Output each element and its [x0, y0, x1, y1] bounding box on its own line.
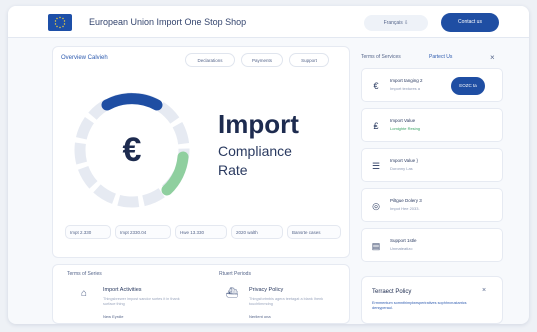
bank-icon: ⌂: [80, 288, 88, 299]
policy-description: Ermmentum somnthimplwrsperiratives sophh…: [372, 301, 467, 310]
card-title: Piltgue Dolery 3: [390, 198, 422, 203]
euro-icon: €: [373, 81, 379, 91]
stat-chip[interactable]: Impt 2330.04: [115, 225, 171, 239]
item-meta: Nerilent ona: [249, 314, 271, 319]
side-tab-terms[interactable]: Terms of Services: [361, 54, 401, 60]
top-bar: European Union Import One Stop Shop Fran…: [8, 6, 529, 38]
card-subtitle: Impot Hee 2033.: [390, 206, 420, 211]
item-description: Thingsfortmbis agera teetagat a blank Ih…: [249, 297, 324, 306]
side-card[interactable]: € Import tanging 2 Import textures a EOZ…: [361, 68, 503, 102]
tab-declarations[interactable]: Declarations: [185, 53, 235, 67]
section-heading: Rtuert Periods: [219, 271, 251, 277]
tab-support[interactable]: Support: [289, 53, 329, 67]
page-subtitle-line1: Compliance: [218, 143, 292, 159]
page-subtitle-line2: Rate: [218, 162, 248, 178]
euro-icon: €: [123, 131, 142, 169]
compliance-ring-gauge: €: [74, 92, 190, 208]
card-subtitle: Unmateatizo: [390, 246, 413, 251]
side-panel: Terms of Services Partect Us × € Import …: [357, 46, 503, 262]
eu-flag-icon: [48, 14, 72, 31]
side-card[interactable]: ▤ Support 1stle Unmateatizo: [361, 228, 503, 262]
side-tab-contact[interactable]: Partect Us: [429, 54, 452, 60]
card-title: Import Value }: [390, 158, 418, 163]
stat-chip[interactable]: 2020 walth: [231, 225, 283, 239]
section-heading: Terms of Series: [67, 271, 102, 277]
app-title: European Union Import One Stop Shop: [89, 17, 247, 27]
stat-chip[interactable]: Hwe 13.330: [175, 225, 227, 239]
page-title: Import: [218, 109, 299, 139]
import-value-icon: ₤: [373, 121, 379, 131]
ship-icon: ⛴: [225, 288, 239, 299]
item-title[interactable]: Import Activities: [103, 287, 142, 293]
stat-chip[interactable]: Impt 2.330: [65, 225, 111, 239]
policy-title: Terraect Policy: [372, 289, 412, 295]
side-card[interactable]: ₤ Import Value Lomighte Resing: [361, 108, 503, 142]
card-subtitle: Doronny Las: [390, 166, 413, 171]
item-meta: New Eyrdle: [103, 314, 124, 319]
item-description: Thingsbrewer impost sandor sortes it in …: [103, 297, 180, 306]
support-icon: ▤: [371, 241, 381, 251]
document-icon: ☰: [371, 161, 381, 171]
app-window: European Union Import One Stop Shop Fran…: [8, 6, 529, 324]
language-selector[interactable]: Français ⇩: [364, 15, 428, 31]
stat-chip[interactable]: Bansrte cases: [287, 225, 341, 239]
side-card[interactable]: ☰ Import Value } Doronny Las: [361, 148, 503, 182]
contact-us-button[interactable]: Contact us: [441, 13, 499, 32]
card-subtitle: Import textures a: [390, 86, 421, 91]
card-subtitle: Lomighte Resing: [390, 126, 421, 131]
side-card[interactable]: ◎ Piltgue Dolery 3 Impot Hee 2033.: [361, 188, 503, 222]
target-icon: ◎: [372, 201, 380, 211]
close-icon[interactable]: ×: [482, 287, 486, 294]
card-action-button[interactable]: EOZC ta: [451, 77, 485, 95]
bottom-panel: Terms of Series Rtuert Periods ⌂ Import …: [52, 264, 350, 324]
card-title: Support 1stle: [390, 238, 417, 243]
tab-overview[interactable]: Overview Calvieh: [61, 55, 108, 61]
item-title[interactable]: Privacy Policy: [249, 287, 283, 293]
card-title: Import Value: [390, 118, 416, 123]
policy-notice: Terraect Policy × Ermmentum somnthimplwr…: [361, 276, 503, 324]
card-title: Import tanging 2: [390, 78, 423, 83]
tab-payments[interactable]: Payments: [241, 53, 283, 67]
compliance-panel: Overview Calvieh Declarations Payments S…: [52, 46, 350, 258]
close-icon[interactable]: ×: [490, 53, 495, 62]
